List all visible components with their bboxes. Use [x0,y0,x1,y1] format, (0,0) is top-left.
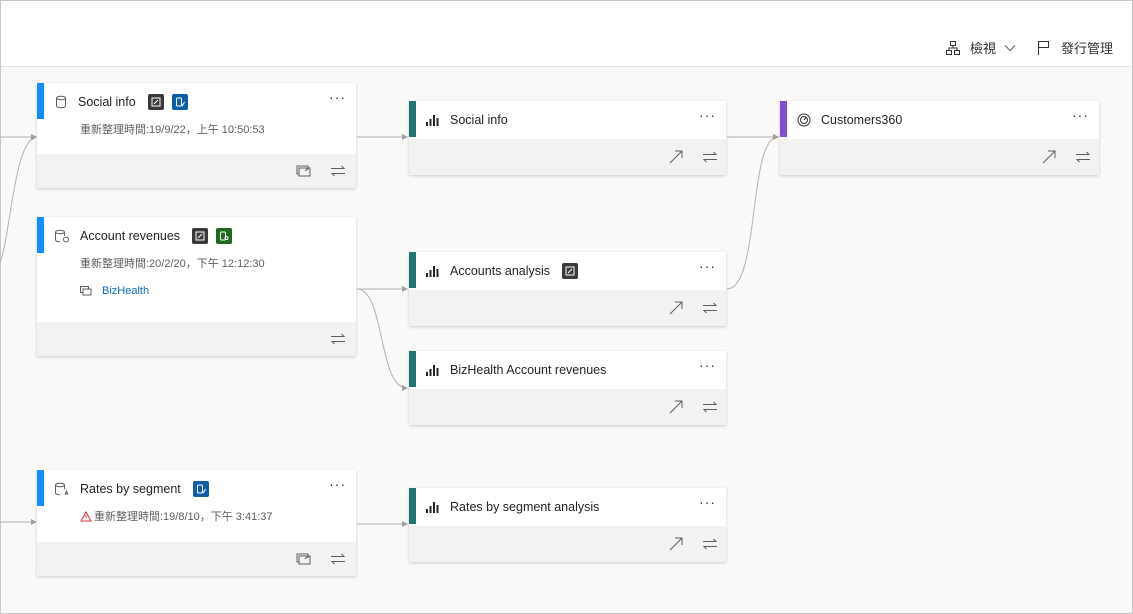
database-link-icon [55,229,69,243]
more-options-button[interactable]: ··· [329,89,346,105]
dataset-title[interactable]: Account revenues [80,229,180,243]
endorsed-icon [192,228,209,244]
analyze-in-excel-icon[interactable] [296,552,312,566]
lineage-icon[interactable] [702,401,718,413]
workspace-link[interactable]: BizHealth [80,285,149,297]
more-options-button[interactable]: ··· [699,494,716,510]
more-options-button[interactable]: ··· [699,258,716,274]
report-bar-chart-icon [426,115,439,126]
open-arrow-icon[interactable] [668,300,684,316]
more-options-button[interactable]: ··· [699,357,716,373]
report-card[interactable]: Accounts analysis ··· [409,252,726,326]
lineage-icon[interactable] [1075,151,1091,163]
lineage-icon[interactable] [702,302,718,314]
report-bar-chart-icon [426,266,439,277]
flag-icon [1038,40,1049,55]
more-options-button[interactable]: ··· [699,107,716,123]
card-footer [409,290,726,326]
hierarchy-icon [946,40,960,55]
more-options-button[interactable]: ··· [1072,107,1089,123]
workspace-link-label[interactable]: BizHealth [102,285,149,297]
report-title[interactable]: Social info [450,113,508,127]
release-management-label: 發行管理 [1061,41,1114,56]
report-card[interactable]: Social info ··· [409,101,726,175]
view-menu-button[interactable]: 檢視 [945,38,1025,57]
refresh-dataset-icon [171,94,188,110]
lineage-icon[interactable] [330,333,346,345]
dashboard-card[interactable]: Customers360 ··· [780,101,1099,175]
dataset-card[interactable]: Social info ··· 重新整理時間:19/9/22，上午 10:50:… [37,83,356,188]
refresh-time: 重新整理時間:19/8/10，下午 3:41:37 [94,511,273,523]
refresh-dataset-icon [192,481,209,497]
report-bar-chart-icon [426,365,439,376]
card-footer [780,139,1099,175]
dataset-title[interactable]: Social info [78,95,136,109]
card-footer [37,322,356,356]
report-title[interactable]: BizHealth Account revenues [450,363,606,377]
endorsed-icon [562,263,579,279]
dashboard-title[interactable]: Customers360 [821,113,902,127]
report-bar-chart-icon [426,502,439,513]
dataset-card[interactable]: Rates by segment ··· 重新整理時間:19/8/10，下午 3… [37,470,356,576]
toolbar: 檢視 發行管理 [1,1,1132,67]
lineage-icon[interactable] [702,151,718,163]
dashboard-gauge-icon [797,113,811,127]
dataset-card[interactable]: Account revenues ··· 重新整理時間:20/2/20，下午 1… [37,217,356,356]
database-query-icon [55,482,69,496]
lineage-icon[interactable] [330,165,346,177]
report-card[interactable]: BizHealth Account revenues ··· [409,351,726,425]
chevron-down-icon [1004,44,1016,51]
card-footer [409,139,726,175]
refresh-row: 重新整理時間:19/8/10，下午 3:41:37 [80,508,273,524]
more-options-button[interactable]: ··· [329,476,346,492]
dataset-title[interactable]: Rates by segment [80,482,181,496]
refresh-time: 重新整理時間:19/9/22，上午 10:50:53 [80,124,265,136]
lineage-icon[interactable] [702,538,718,550]
card-footer [37,154,356,188]
release-management-button[interactable]: 發行管理 [1036,38,1113,57]
analyze-in-excel-icon[interactable] [296,164,312,178]
card-footer [37,542,356,576]
database-icon [56,95,66,109]
report-title[interactable]: Accounts analysis [450,264,550,278]
open-arrow-icon[interactable] [668,399,684,415]
refresh-time: 重新整理時間:20/2/20，下午 12:12:30 [80,258,265,270]
report-card[interactable]: Rates by segment analysis ··· [409,488,726,562]
report-title[interactable]: Rates by segment analysis [450,500,599,514]
card-footer [409,389,726,425]
card-footer [409,526,726,562]
workspace-icon [80,286,92,296]
open-arrow-icon[interactable] [668,536,684,552]
lineage-icon[interactable] [330,553,346,565]
endorsed-icon [147,94,164,110]
open-arrow-icon[interactable] [1041,149,1057,165]
warning-icon [80,510,92,521]
open-arrow-icon[interactable] [668,149,684,165]
view-label: 檢視 [970,41,997,56]
certified-dataset-icon [216,228,233,244]
